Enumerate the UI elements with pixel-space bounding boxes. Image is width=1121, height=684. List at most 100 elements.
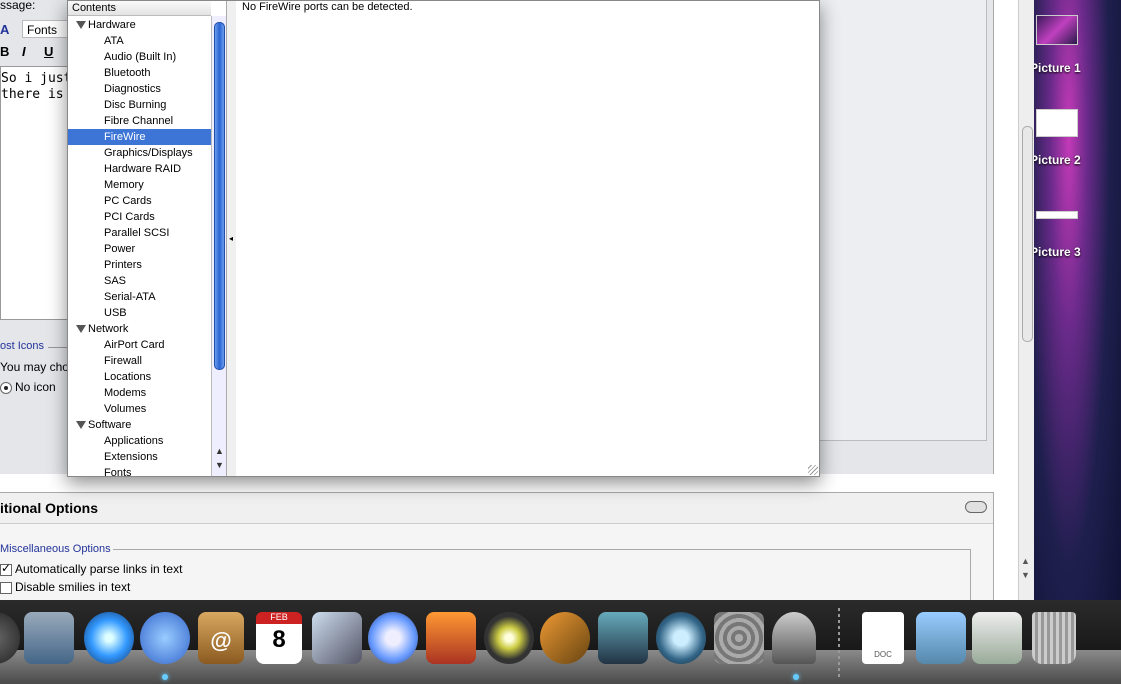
page-scrollbar-thumb[interactable] [1022, 126, 1033, 342]
tree-item-airport-card[interactable]: AirPort Card [68, 337, 211, 353]
bold-button[interactable]: B [0, 44, 9, 59]
message-line-2: there is a d [1, 87, 67, 102]
tree-category-software[interactable]: Software [68, 417, 211, 433]
parse-links-checkbox[interactable] [0, 561, 12, 576]
tree-item-hardware-raid[interactable]: Hardware RAID [68, 161, 211, 177]
desktop-icon-picture-2[interactable]: Picture 2 [1030, 153, 1120, 167]
italic-button[interactable]: I [22, 44, 26, 59]
dock-mail-icon[interactable] [24, 612, 74, 664]
scroll-up-arrow-icon[interactable]: ▲ [215, 446, 224, 456]
tree-item-locations[interactable]: Locations [68, 369, 211, 385]
tree-item-firewall[interactable]: Firewall [68, 353, 211, 369]
category-label: Network [88, 323, 129, 335]
picture-1-thumbnail[interactable] [1036, 15, 1078, 45]
dock-iphoto-icon[interactable] [426, 612, 476, 664]
message-line-1: So i just bo [1, 71, 67, 86]
tree-item-power[interactable]: Power [68, 241, 211, 257]
additional-options-title: itional Options [0, 500, 98, 516]
detail-message: No FireWire ports can be detected. [242, 1, 413, 13]
resize-grip-icon[interactable] [808, 465, 818, 475]
dock-system-preferences-icon[interactable] [714, 612, 764, 664]
tree-item-printers[interactable]: Printers [68, 257, 211, 273]
disable-smilies-option[interactable]: Disable smilies in text [0, 580, 130, 594]
tree-item-applications[interactable]: Applications [68, 433, 211, 449]
no-icon-radio[interactable] [0, 381, 12, 394]
category-label: Hardware [88, 19, 136, 31]
desktop-icon-picture-3[interactable]: Picture 3 [1030, 245, 1120, 259]
collapse-button[interactable] [965, 501, 987, 513]
font-color-icon[interactable]: A [0, 22, 9, 37]
tree-item-serial-ata[interactable]: Serial-ATA [68, 289, 211, 305]
disable-smilies-label: Disable smilies in text [15, 580, 131, 594]
tree-item-fibre-channel[interactable]: Fibre Channel [68, 113, 211, 129]
underline-button[interactable]: U [44, 44, 53, 59]
dock-trash-icon[interactable] [1032, 612, 1076, 664]
tree-item-sas[interactable]: SAS [68, 273, 211, 289]
dock-garageband-icon[interactable] [540, 612, 590, 664]
dock-documents-icon[interactable]: DOC [862, 612, 904, 664]
scroll-down-arrow-icon[interactable]: ▼ [215, 460, 224, 470]
post-icons-description: You may cho [0, 360, 69, 374]
parse-links-option[interactable]: Automatically parse links in text [0, 561, 182, 576]
ical-month: FEB [256, 612, 302, 624]
additional-options-section: itional Options Miscellaneous Options [0, 492, 994, 602]
dock-safari-icon[interactable] [84, 612, 134, 664]
tree-item-volumes[interactable]: Volumes [68, 401, 211, 417]
dock-time-machine-icon[interactable] [656, 612, 706, 664]
tree-item-firewire[interactable]: FireWire [68, 129, 211, 145]
tree-category-network[interactable]: Network [68, 321, 211, 337]
dock-imovie-icon[interactable] [484, 612, 534, 664]
misc-options-title: Miscellaneous Options [0, 543, 113, 555]
tree-item-modems[interactable]: Modems [68, 385, 211, 401]
contents-scrollbar[interactable]: ▲ ▼ [211, 16, 226, 476]
tree-item-bluetooth[interactable]: Bluetooth [68, 65, 211, 81]
additional-options-header: itional Options [0, 493, 993, 524]
tree-item-graphics-displays[interactable]: Graphics/Displays [68, 145, 211, 161]
tree-item-pc-cards[interactable]: PC Cards [68, 193, 211, 209]
message-textarea[interactable]: So i just bo there is a d [0, 66, 68, 320]
dock-system-profiler-icon[interactable] [772, 612, 816, 664]
no-icon-label: No icon [15, 380, 56, 394]
dock-ical-icon[interactable]: FEB 8 [256, 612, 302, 664]
fonts-dropdown[interactable]: Fonts [22, 20, 68, 38]
tree-item-audio[interactable]: Audio (Built In) [68, 49, 211, 65]
tree-item-usb[interactable]: USB [68, 305, 211, 321]
dock-applications-folder-icon[interactable] [916, 612, 966, 664]
dock-preview-icon[interactable] [312, 612, 362, 664]
desktop-background [1034, 0, 1121, 684]
scroll-down-arrow-icon[interactable]: ▼ [1021, 570, 1030, 580]
tree-item-diagnostics[interactable]: Diagnostics [68, 81, 211, 97]
category-label: Software [88, 419, 132, 431]
tree-item-extensions[interactable]: Extensions [68, 449, 211, 465]
tree-item-memory[interactable]: Memory [68, 177, 211, 193]
tree-item-fonts[interactable]: Fonts [68, 465, 211, 476]
disclosure-triangle-icon[interactable] [76, 21, 86, 30]
dock-address-book-icon[interactable]: @ [198, 612, 244, 664]
contents-header: Contents [68, 1, 211, 16]
post-icons-title: ost Icons [0, 340, 45, 352]
tree-item-disc-burning[interactable]: Disc Burning [68, 97, 211, 113]
dock-separator [838, 608, 840, 678]
dock-ichat-icon[interactable] [140, 612, 190, 664]
picture-2-thumbnail[interactable] [1036, 109, 1078, 137]
scroll-up-arrow-icon[interactable]: ▲ [1021, 556, 1030, 566]
ical-day: 8 [272, 626, 286, 653]
picture-3-thumbnail[interactable] [1036, 211, 1078, 219]
page-scrollbar[interactable]: ▲ ▼ [1018, 0, 1034, 600]
tree-item-parallel-scsi[interactable]: Parallel SCSI [68, 225, 211, 241]
tree-item-pci-cards[interactable]: PCI Cards [68, 209, 211, 225]
divider-handle-icon[interactable]: ◂ [229, 234, 233, 243]
running-indicator-icon [793, 674, 799, 680]
dock-itunes-icon[interactable] [368, 612, 418, 664]
disclosure-triangle-icon[interactable] [76, 325, 86, 334]
tree-category-hardware[interactable]: Hardware [68, 17, 211, 33]
detail-pane: No FireWire ports can be detected. [236, 1, 819, 476]
contents-scrollbar-thumb[interactable] [214, 22, 225, 370]
dock-dashboard-icon[interactable] [598, 612, 648, 664]
desktop-icon-picture-1[interactable]: Picture 1 [1030, 61, 1120, 75]
disable-smilies-checkbox[interactable] [0, 581, 12, 594]
tree-item-ata[interactable]: ATA [68, 33, 211, 49]
no-icon-option[interactable]: No icon [0, 380, 56, 394]
disclosure-triangle-icon[interactable] [76, 421, 86, 430]
dock-downloads-icon[interactable] [972, 612, 1022, 664]
